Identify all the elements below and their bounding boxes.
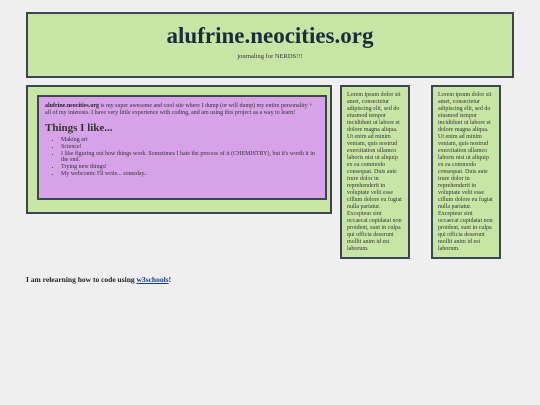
- footer-text: I am relearning how to code using: [26, 275, 137, 284]
- things-heading: Things I like...: [45, 122, 113, 134]
- list-item: Science!: [61, 144, 319, 151]
- sidebar-text: Lorem ipsum dolor sit amet, consectetur …: [438, 92, 493, 252]
- site-title: alufrine.neocities.org: [166, 23, 374, 48]
- things-list: Making art Science! I like figuring out …: [45, 137, 319, 178]
- site-header: alufrine.neocities.org journaling for NE…: [26, 12, 514, 78]
- intro-paragraph: alufrine.neocities.org is my super aweso…: [45, 103, 319, 117]
- sidebar-text: Lorem ipsum dolor sit amet, consectetur …: [347, 92, 402, 252]
- w3schools-link[interactable]: w3schools: [137, 275, 169, 284]
- sidebar-panel-1: Lorem ipsum dolor sit amet, consectetur …: [340, 85, 410, 259]
- intro-site-name: alufrine.neocities.org: [45, 103, 99, 109]
- site-tagline: journaling for NERDS!!!: [237, 53, 303, 60]
- list-item: My webcomic I'll write... someday..: [61, 171, 319, 178]
- list-item: I like figuring out how things work. Som…: [61, 151, 319, 165]
- intro-box: alufrine.neocities.org is my super aweso…: [37, 95, 327, 200]
- list-item: Trying new things!: [61, 164, 319, 171]
- list-item: Making art: [61, 137, 319, 144]
- footer-note: I am relearning how to code using w3scho…: [26, 275, 171, 284]
- sidebar-panel-2: Lorem ipsum dolor sit amet, consectetur …: [431, 85, 501, 259]
- main-panel: alufrine.neocities.org is my super aweso…: [26, 85, 332, 214]
- footer-exclamation: !: [168, 275, 172, 284]
